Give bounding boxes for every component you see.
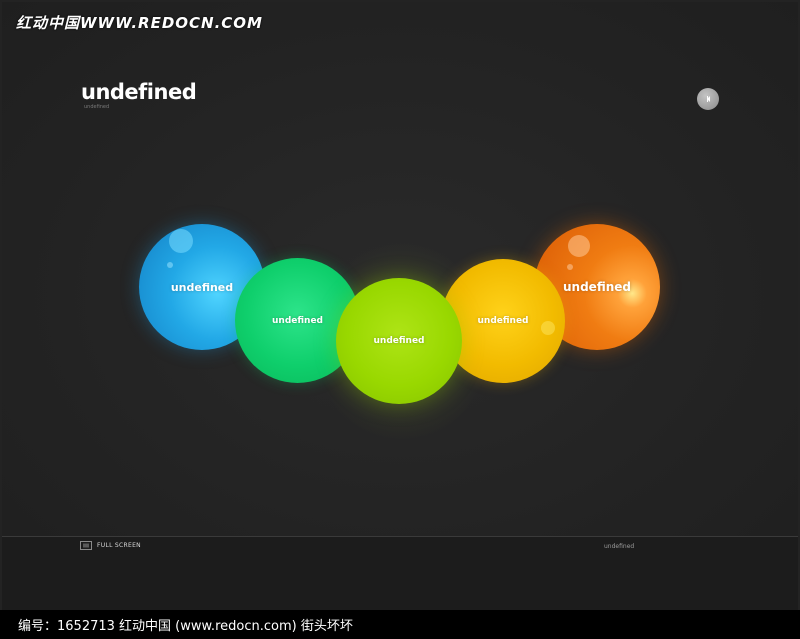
image-caption: 编号：1652713 红动中国 (www.redocn.com) 街头坏坏 <box>18 619 353 634</box>
back-button[interactable] <box>697 88 719 110</box>
fullscreen-icon <box>80 541 92 550</box>
ball-label: undefined <box>477 316 529 326</box>
ball-lime[interactable]: undefined <box>336 278 462 404</box>
page-title: undefined <box>81 80 197 104</box>
fullscreen-button[interactable]: FULL SCREEN <box>80 541 141 550</box>
ball-yellow[interactable]: undefined <box>441 259 565 383</box>
page-subtitle: undefined <box>84 104 110 110</box>
ball-label: undefined <box>373 336 425 346</box>
watermark-logo: 红动中国WWW.REDOCN.COM <box>16 14 263 32</box>
footer-status-text: undefined <box>604 543 635 550</box>
fullscreen-label: FULL SCREEN <box>97 542 141 549</box>
ball-label: undefined <box>170 280 234 294</box>
ball-highlight <box>567 264 573 270</box>
chevron-left-icon <box>703 94 713 104</box>
ball-highlight <box>568 235 590 257</box>
page: 红动中国WWW.REDOCN.COM undefined undefined u… <box>0 0 800 639</box>
ball-highlight <box>541 321 555 335</box>
ball-label: undefined <box>272 315 323 326</box>
ball-label: undefined <box>563 280 631 294</box>
ball-highlight <box>169 229 193 253</box>
ball-highlight <box>167 262 173 268</box>
